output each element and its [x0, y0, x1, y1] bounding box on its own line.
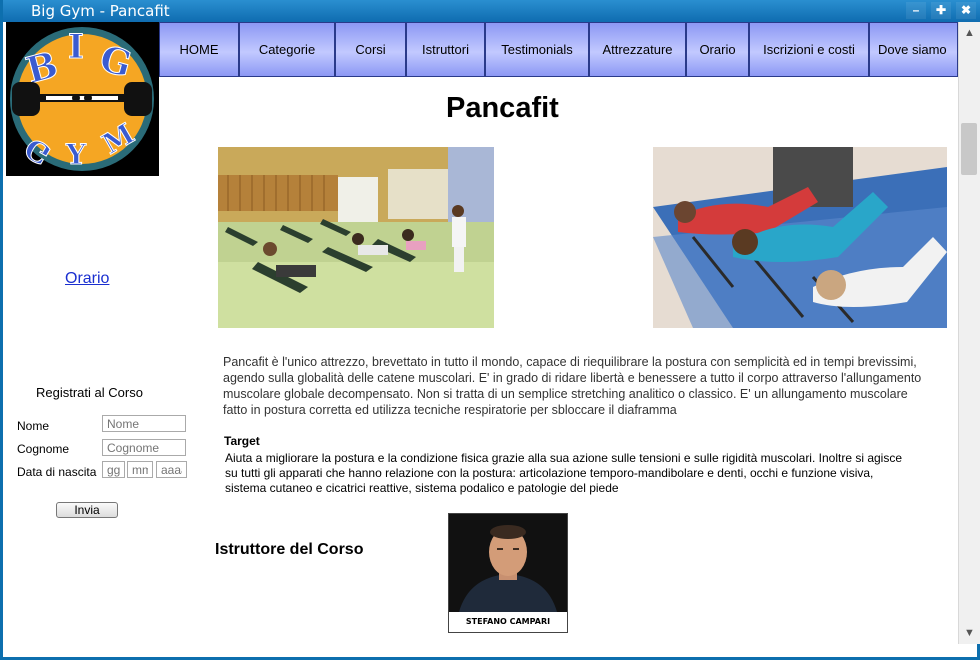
- logo-graphic: B I G G Y M: [10, 27, 154, 172]
- cognome-input[interactable]: [102, 439, 186, 456]
- nav-testimonials[interactable]: Testimonials: [485, 22, 589, 77]
- nome-input[interactable]: [102, 415, 186, 432]
- logo-letter-i: I: [68, 27, 84, 67]
- target-description: Aiuta a migliorare la postura e la condi…: [225, 451, 903, 495]
- nav-dove-siamo[interactable]: Dove siamo: [869, 22, 958, 77]
- nav-categorie[interactable]: Categorie: [239, 22, 335, 77]
- submit-button[interactable]: Invia: [56, 502, 118, 518]
- day-input[interactable]: [102, 461, 125, 478]
- nome-label: Nome: [17, 419, 50, 433]
- instructor-name: STEFANO CAMPARI: [449, 612, 567, 632]
- cognome-label: Cognome: [17, 442, 70, 456]
- instructor-heading: Istruttore del Corso: [215, 541, 364, 558]
- pancafit-exercise-photo: [653, 147, 947, 328]
- registration-title: Registrati al Corso: [36, 385, 143, 400]
- scroll-up-icon[interactable]: ▲: [959, 22, 980, 44]
- nav-corsi[interactable]: Corsi: [335, 22, 406, 77]
- scrollbar-thumb[interactable]: [961, 123, 977, 175]
- orario-link[interactable]: Orario: [65, 270, 109, 288]
- instructor-photo[interactable]: STEFANO CAMPARI: [448, 513, 568, 633]
- target-heading: Target: [224, 434, 260, 448]
- browser-window: Big Gym - Pancafit – ✚ ✖ B I G G Y M HOM…: [0, 0, 980, 660]
- nav-attrezzature[interactable]: Attrezzature: [589, 22, 686, 77]
- gym-logo[interactable]: B I G G Y M: [6, 22, 159, 176]
- month-input[interactable]: [127, 461, 153, 478]
- course-description: Pancafit è l'unico attrezzo, brevettato …: [223, 355, 922, 417]
- page-content: B I G G Y M HOME Categorie Corsi Istrutt…: [6, 22, 958, 644]
- nascita-label: Data di nascita: [17, 465, 97, 479]
- page-title: Pancafit: [446, 92, 559, 124]
- nav-orario[interactable]: Orario: [686, 22, 749, 77]
- maximize-icon[interactable]: ✚: [931, 2, 951, 19]
- minimize-icon[interactable]: –: [906, 2, 926, 19]
- main-navigation: HOME Categorie Corsi Istruttori Testimon…: [159, 22, 958, 77]
- nav-iscrizioni[interactable]: Iscrizioni e costi: [749, 22, 869, 77]
- vertical-scrollbar[interactable]: ▲ ▼: [958, 22, 980, 644]
- scroll-down-icon[interactable]: ▼: [959, 622, 980, 644]
- window-title: Big Gym - Pancafit: [31, 2, 170, 20]
- instructor-portrait: [449, 514, 567, 612]
- nav-home[interactable]: HOME: [159, 22, 239, 77]
- year-input[interactable]: [156, 461, 187, 478]
- close-icon[interactable]: ✖: [956, 2, 976, 19]
- logo-letter-y: Y: [65, 138, 87, 171]
- title-bar: Big Gym - Pancafit – ✚ ✖: [3, 0, 980, 22]
- nav-istruttori[interactable]: Istruttori: [406, 22, 485, 77]
- pancafit-room-photo: [218, 147, 494, 328]
